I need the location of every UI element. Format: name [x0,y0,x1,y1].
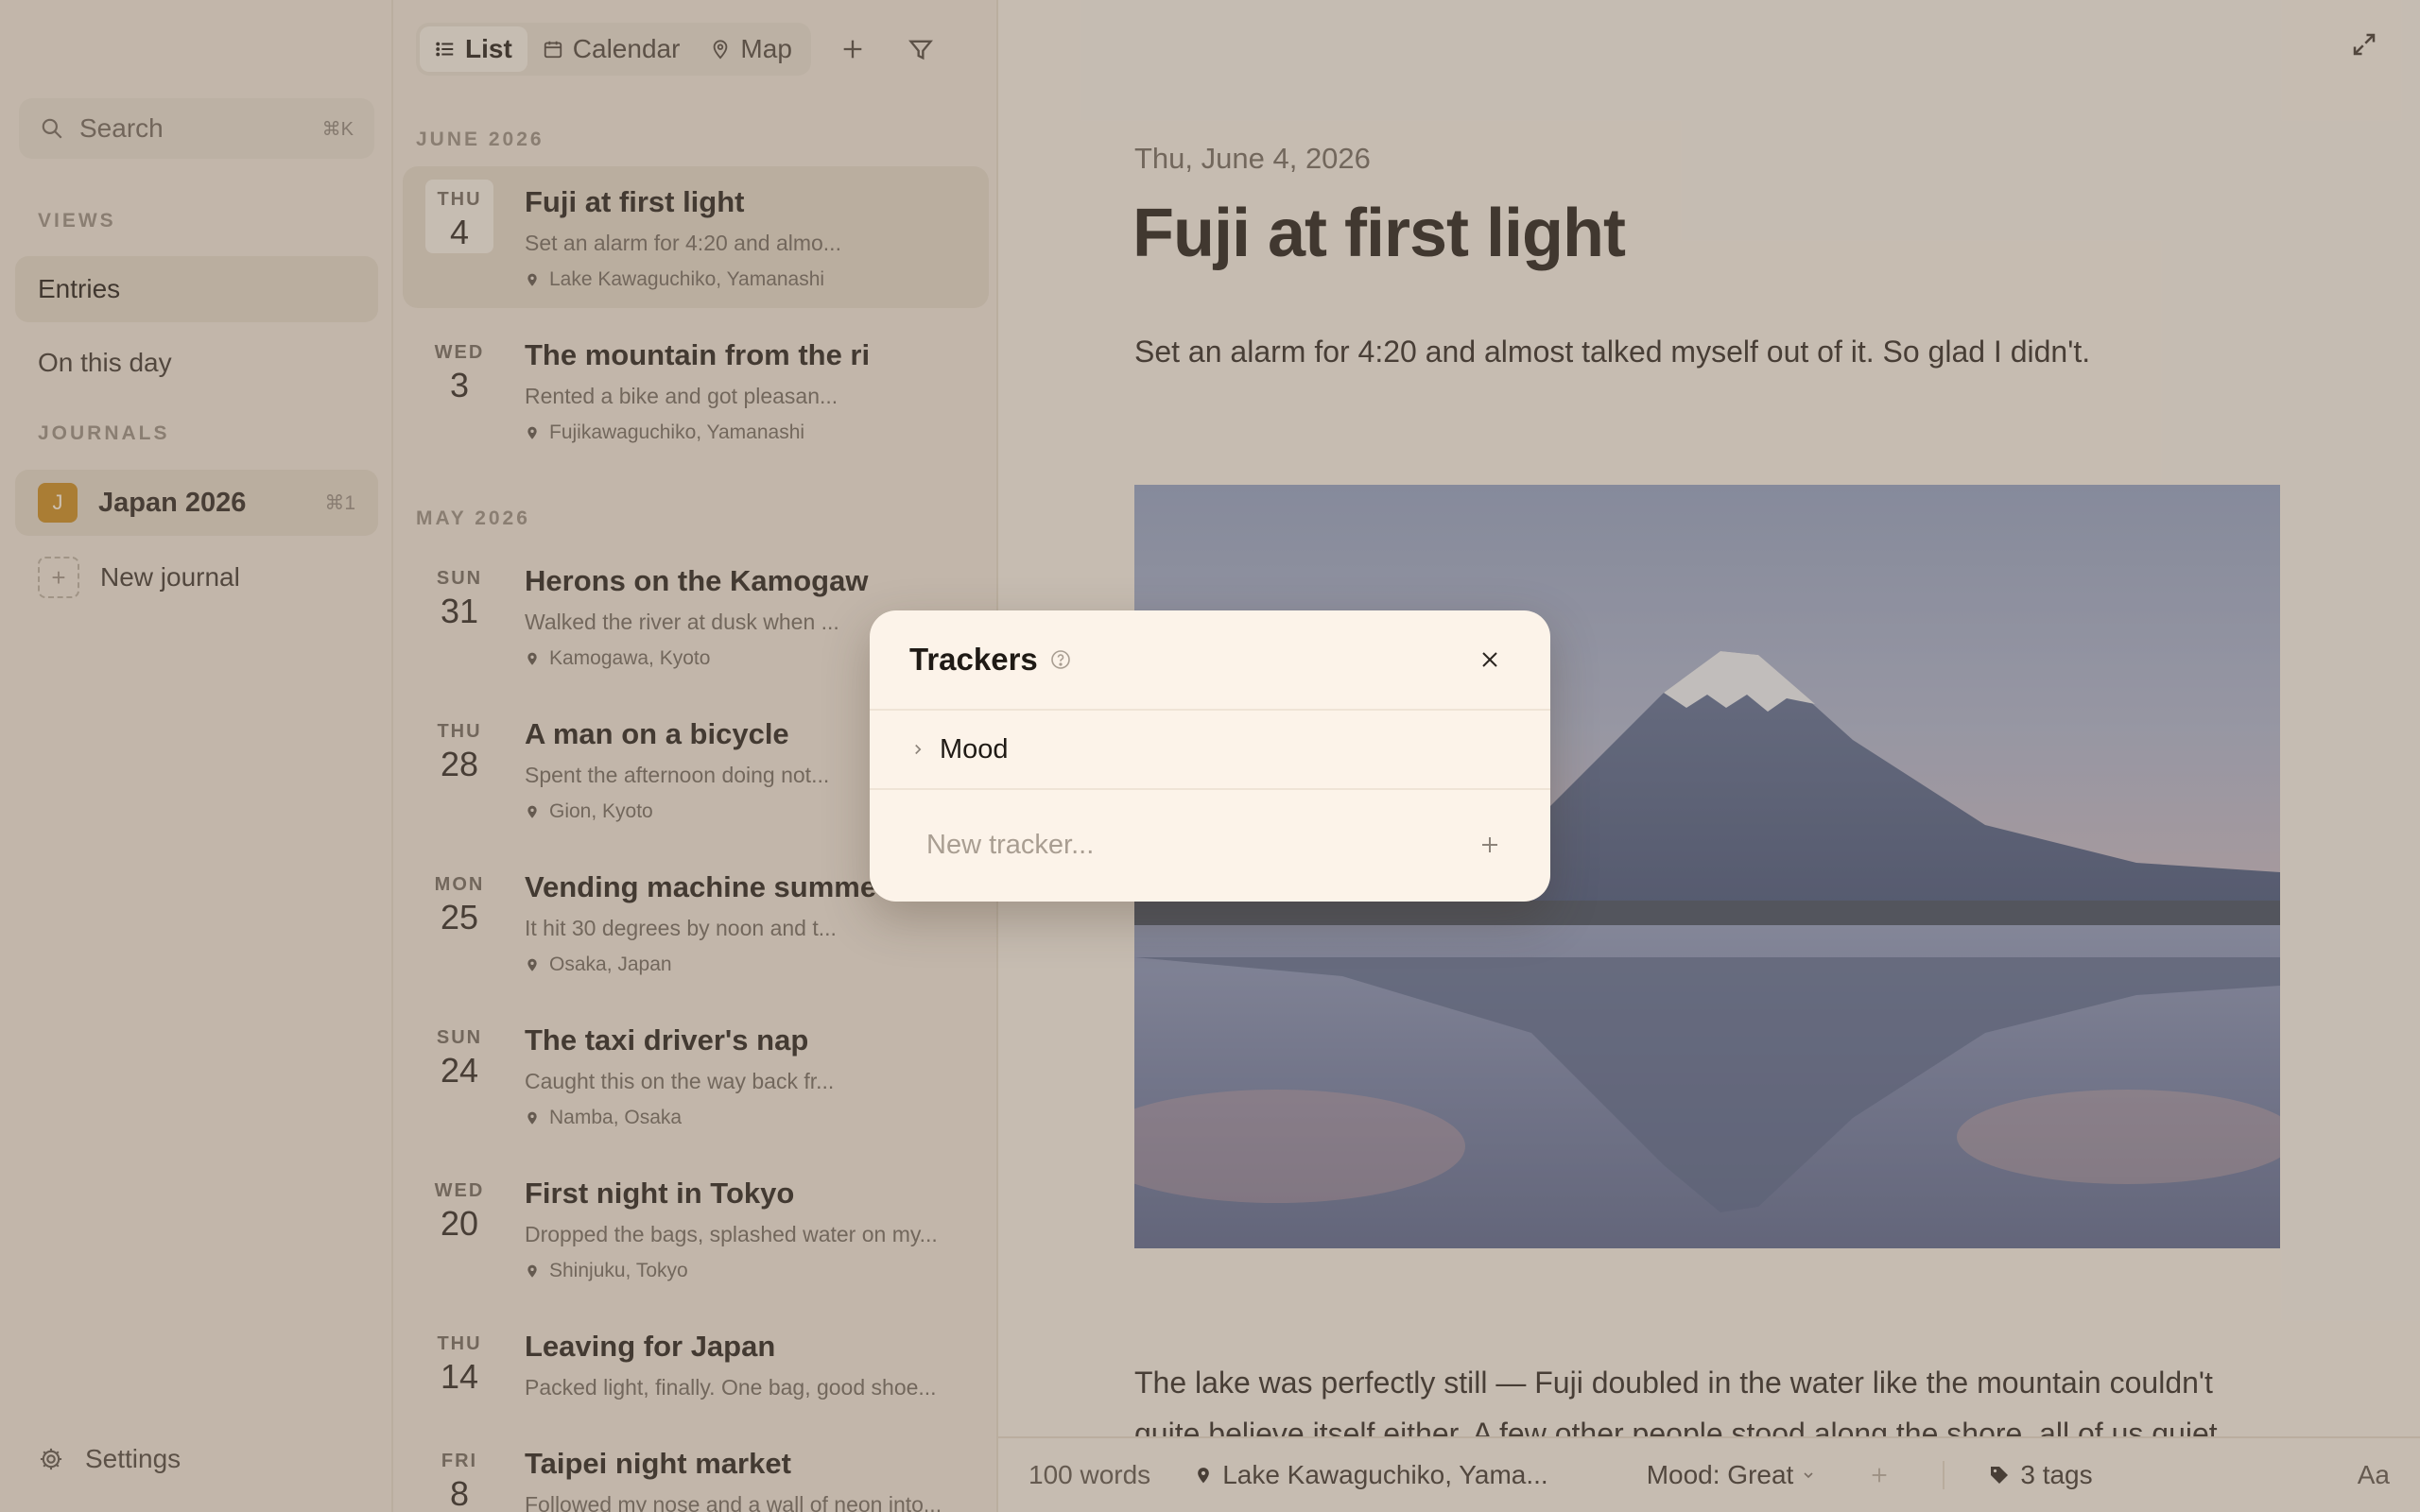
close-icon [1482,652,1497,667]
new-tracker-input[interactable] [926,829,1478,861]
tracker-row-mood[interactable]: Mood [870,711,1550,790]
tracker-label: Mood [940,733,1009,765]
trackers-dialog: Trackers Mood [870,610,1550,902]
dialog-header: Trackers [870,610,1550,711]
close-button[interactable] [1469,639,1511,680]
chevron-right-icon [915,744,922,755]
new-tracker-row [870,790,1550,900]
help-icon[interactable] [1049,648,1072,671]
plus-icon[interactable] [1478,833,1501,856]
dialog-title: Trackers [909,642,1038,677]
